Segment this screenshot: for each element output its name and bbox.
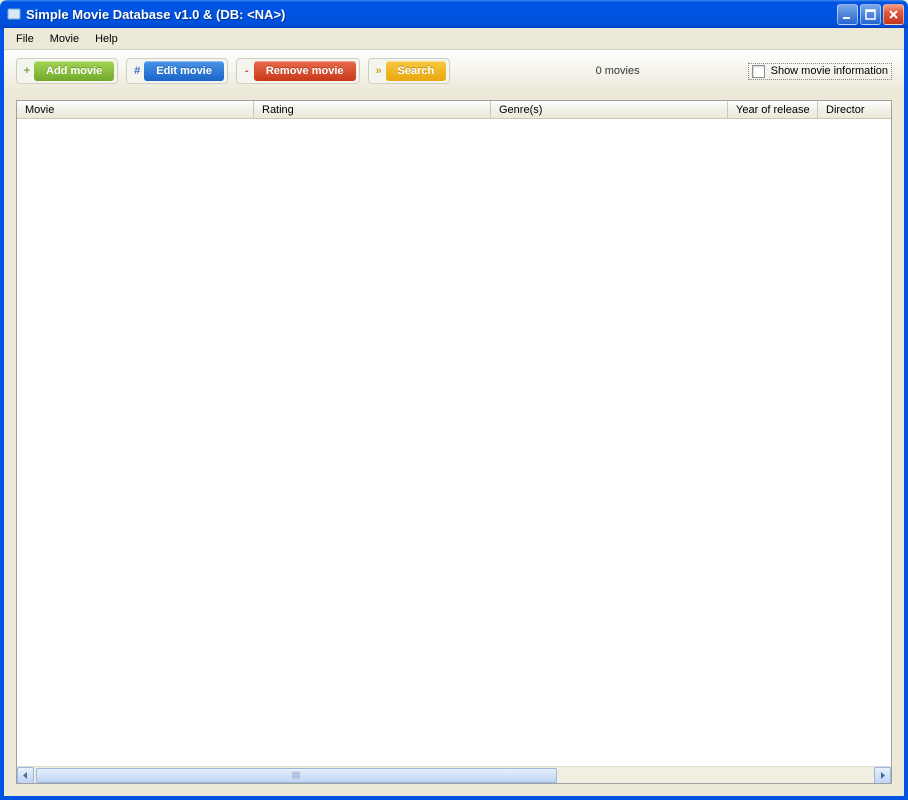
- add-movie-button[interactable]: Add movie: [34, 61, 114, 81]
- column-header-year[interactable]: Year of release: [728, 101, 818, 118]
- menu-help[interactable]: Help: [87, 31, 126, 47]
- search-group: » Search: [368, 58, 451, 84]
- show-info-label: Show movie information: [771, 65, 888, 77]
- hash-icon: #: [130, 65, 144, 77]
- table-body[interactable]: [17, 119, 891, 766]
- edit-movie-button[interactable]: Edit movie: [144, 61, 224, 81]
- show-info-checkbox[interactable]: [752, 65, 765, 78]
- minus-icon: -: [240, 65, 254, 77]
- window-title: Simple Movie Database v1.0 & (DB: <NA>): [26, 7, 837, 22]
- show-info-checkbox-area[interactable]: Show movie information: [748, 63, 892, 80]
- toolbar: + Add movie # Edit movie - Remove movie …: [4, 50, 904, 92]
- app-icon: [6, 6, 22, 22]
- app-window: Simple Movie Database v1.0 & (DB: <NA>) …: [0, 0, 908, 800]
- column-header-movie[interactable]: Movie: [17, 101, 254, 118]
- close-button[interactable]: [883, 4, 904, 25]
- chevron-right-icon: »: [372, 65, 386, 77]
- scroll-thumb[interactable]: [36, 768, 557, 783]
- remove-movie-group: - Remove movie: [236, 58, 360, 84]
- remove-movie-button[interactable]: Remove movie: [254, 61, 356, 81]
- menu-movie[interactable]: Movie: [42, 31, 87, 47]
- movie-count-status: 0 movies: [596, 65, 640, 77]
- column-header-director[interactable]: Director: [818, 101, 891, 118]
- movie-table: Movie Rating Genre(s) Year of release Di…: [16, 100, 892, 784]
- window-controls: [837, 4, 904, 25]
- add-movie-group: + Add movie: [16, 58, 118, 84]
- table-header: Movie Rating Genre(s) Year of release Di…: [17, 101, 891, 119]
- scroll-right-button[interactable]: [874, 767, 891, 784]
- menu-file[interactable]: File: [8, 31, 42, 47]
- edit-movie-group: # Edit movie: [126, 58, 228, 84]
- titlebar[interactable]: Simple Movie Database v1.0 & (DB: <NA>): [0, 0, 908, 28]
- menubar: File Movie Help: [4, 28, 904, 50]
- horizontal-scrollbar: [17, 766, 891, 783]
- content-area: Movie Rating Genre(s) Year of release Di…: [4, 92, 904, 796]
- plus-icon: +: [20, 65, 34, 77]
- search-button[interactable]: Search: [386, 61, 447, 81]
- column-header-rating[interactable]: Rating: [254, 101, 491, 118]
- maximize-button[interactable]: [860, 4, 881, 25]
- minimize-button[interactable]: [837, 4, 858, 25]
- scroll-track[interactable]: [34, 767, 874, 784]
- column-header-genre[interactable]: Genre(s): [491, 101, 728, 118]
- scroll-left-button[interactable]: [17, 767, 34, 784]
